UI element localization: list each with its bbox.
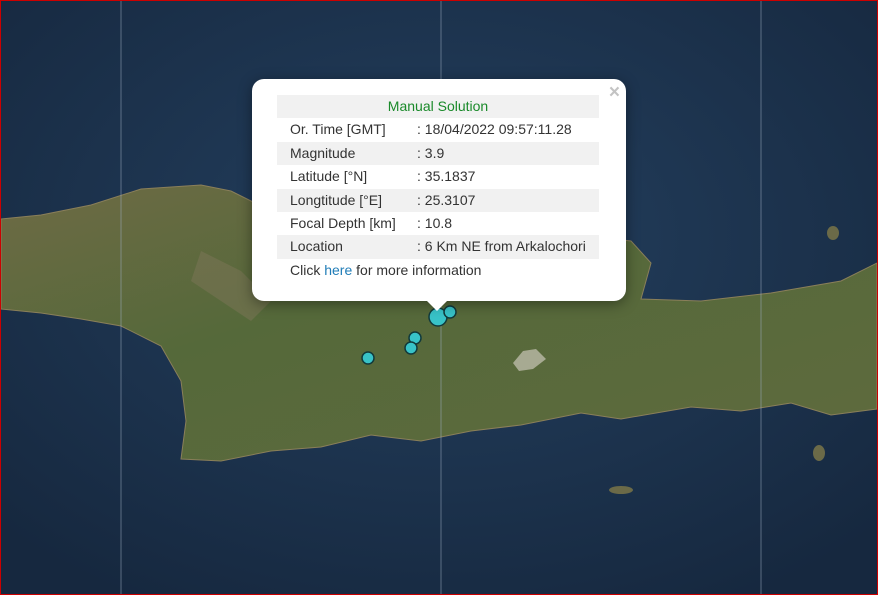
longitude-value: : 25.3107 [417, 188, 599, 213]
islet [609, 486, 633, 494]
quake-marker[interactable] [361, 351, 375, 365]
more-info-prefix: Click [290, 262, 325, 278]
latitude-value: : 35.1837 [417, 168, 476, 185]
close-icon[interactable]: × [609, 83, 620, 102]
focal-depth-label: Focal Depth [km] [290, 215, 396, 232]
more-info-suffix: for more information [352, 262, 482, 278]
latitude-label: Latitude [°N] [290, 168, 368, 185]
popup-tip [426, 300, 448, 311]
event-info-table: Manual Solution Or. Time [GMT] : 18/04/20… [277, 95, 599, 259]
islet [827, 226, 839, 240]
map-view[interactable]: × Manual Solution Or. Time [GMT] : 18/04/… [0, 0, 878, 595]
longitude-label: Longtitude [°E] [277, 188, 417, 213]
earthquake-popup: × Manual Solution Or. Time [GMT] : 18/04/… [252, 79, 626, 311]
more-info-link[interactable]: here [324, 262, 352, 278]
origin-time-label: Or. Time [GMT] [290, 121, 386, 138]
location-label: Location [277, 235, 417, 259]
origin-time-value: : 18/04/2022 09:57:11.28 [417, 121, 572, 138]
popup-title: Manual Solution [277, 95, 599, 119]
islet [813, 445, 825, 461]
magnitude-value: : 3.9 [417, 141, 599, 166]
focal-depth-value: : 10.8 [417, 215, 453, 232]
magnitude-label: Magnitude [277, 141, 417, 166]
quake-marker[interactable] [404, 341, 418, 355]
location-value: : 6 Km NE from Arkalochori [417, 235, 599, 259]
more-info-line: Click here for more information [290, 262, 481, 278]
